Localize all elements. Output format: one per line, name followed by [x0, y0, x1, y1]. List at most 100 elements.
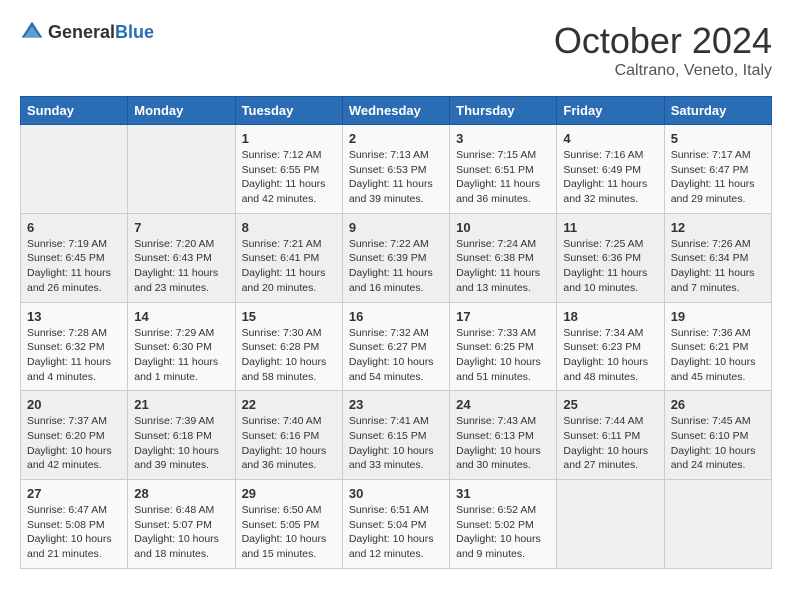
day-of-week-header: Monday	[128, 97, 235, 125]
day-number: 11	[563, 220, 657, 235]
cell-content: Sunrise: 7:41 AM Sunset: 6:15 PM Dayligh…	[349, 414, 443, 473]
cell-content: Sunrise: 7:16 AM Sunset: 6:49 PM Dayligh…	[563, 148, 657, 207]
calendar-cell: 6 Sunrise: 7:19 AM Sunset: 6:45 PM Daylig…	[21, 213, 128, 302]
location-title: Caltrano, Veneto, Italy	[554, 62, 772, 80]
day-of-week-header: Sunday	[21, 97, 128, 125]
cell-content: Sunrise: 7:39 AM Sunset: 6:18 PM Dayligh…	[134, 414, 228, 473]
calendar-cell: 23 Sunrise: 7:41 AM Sunset: 6:15 PM Dayli…	[342, 391, 449, 480]
cell-content: Sunrise: 6:52 AM Sunset: 5:02 PM Dayligh…	[456, 503, 550, 562]
calendar-cell: 25Sunrise: 7:44 AM Sunset: 6:11 PM Dayli…	[557, 391, 664, 480]
day-number: 9	[349, 220, 443, 235]
calendar-cell: 24 Sunrise: 7:43 AM Sunset: 6:13 PM Dayli…	[450, 391, 557, 480]
calendar-cell: 14 Sunrise: 7:29 AM Sunset: 6:30 PM Dayli…	[128, 302, 235, 391]
day-number: 18	[563, 309, 657, 324]
cell-content: Sunrise: 7:28 AM Sunset: 6:32 PM Dayligh…	[27, 326, 121, 385]
calendar-cell: 12Sunrise: 7:26 AM Sunset: 6:34 PM Dayli…	[664, 213, 771, 302]
day-number: 7	[134, 220, 228, 235]
day-number: 17	[456, 309, 550, 324]
calendar-cell: 18 Sunrise: 7:34 AM Sunset: 6:23 PM Dayli…	[557, 302, 664, 391]
day-of-week-header: Friday	[557, 97, 664, 125]
calendar-cell: 8 Sunrise: 7:21 AM Sunset: 6:41 PM Daylig…	[235, 213, 342, 302]
day-of-week-header: Thursday	[450, 97, 557, 125]
cell-content: Sunrise: 7:24 AM Sunset: 6:38 PM Dayligh…	[456, 237, 550, 296]
logo-blue: Blue	[115, 22, 154, 42]
calendar-cell: 3 Sunrise: 7:15 AM Sunset: 6:51 PM Daylig…	[450, 125, 557, 214]
cell-content: Sunrise: 6:47 AM Sunset: 5:08 PM Dayligh…	[27, 503, 121, 562]
calendar-table: SundayMondayTuesdayWednesdayThursdayFrid…	[20, 96, 772, 569]
calendar-cell	[128, 125, 235, 214]
day-number: 14	[134, 309, 228, 324]
calendar-cell: 27 Sunrise: 6:47 AM Sunset: 5:08 PM Dayli…	[21, 480, 128, 569]
calendar-cell: 17 Sunrise: 7:33 AM Sunset: 6:25 PM Dayli…	[450, 302, 557, 391]
cell-content: Sunrise: 7:29 AM Sunset: 6:30 PM Dayligh…	[134, 326, 228, 385]
day-of-week-header: Saturday	[664, 97, 771, 125]
cell-content: Sunrise: 7:33 AM Sunset: 6:25 PM Dayligh…	[456, 326, 550, 385]
day-number: 1	[242, 131, 336, 146]
calendar-cell: 13 Sunrise: 7:28 AM Sunset: 6:32 PM Dayli…	[21, 302, 128, 391]
calendar-cell	[664, 480, 771, 569]
logo-general: General	[48, 22, 115, 42]
calendar-cell	[557, 480, 664, 569]
day-number: 13	[27, 309, 121, 324]
day-of-week-header: Wednesday	[342, 97, 449, 125]
cell-content: Sunrise: 6:51 AM Sunset: 5:04 PM Dayligh…	[349, 503, 443, 562]
calendar-cell: 31 Sunrise: 6:52 AM Sunset: 5:02 PM Dayli…	[450, 480, 557, 569]
day-number: 4	[563, 131, 657, 146]
cell-content: Sunrise: 7:37 AM Sunset: 6:20 PM Dayligh…	[27, 414, 121, 473]
calendar-cell: 30 Sunrise: 6:51 AM Sunset: 5:04 PM Dayli…	[342, 480, 449, 569]
cell-content: Sunrise: 7:34 AM Sunset: 6:23 PM Dayligh…	[563, 326, 657, 385]
calendar-cell: 2 Sunrise: 7:13 AM Sunset: 6:53 PM Daylig…	[342, 125, 449, 214]
day-number: 6	[27, 220, 121, 235]
cell-content: Sunrise: 7:19 AM Sunset: 6:45 PM Dayligh…	[27, 237, 121, 296]
calendar-cell: 28Sunrise: 6:48 AM Sunset: 5:07 PM Dayli…	[128, 480, 235, 569]
day-number: 15	[242, 309, 336, 324]
day-number: 3	[456, 131, 550, 146]
calendar-cell: 26 Sunrise: 7:45 AM Sunset: 6:10 PM Dayli…	[664, 391, 771, 480]
calendar-week-row: 13 Sunrise: 7:28 AM Sunset: 6:32 PM Dayli…	[21, 302, 772, 391]
cell-content: Sunrise: 7:26 AM Sunset: 6:34 PM Dayligh…	[671, 237, 765, 296]
month-title: October 2024	[554, 20, 772, 62]
day-number: 22	[242, 397, 336, 412]
day-number: 30	[349, 486, 443, 501]
cell-content: Sunrise: 7:44 AM Sunset: 6:11 PM Dayligh…	[563, 414, 657, 473]
cell-content: Sunrise: 6:50 AM Sunset: 5:05 PM Dayligh…	[242, 503, 336, 562]
logo: GeneralBlue	[20, 20, 154, 44]
calendar-cell: 19 Sunrise: 7:36 AM Sunset: 6:21 PM Dayli…	[664, 302, 771, 391]
cell-content: Sunrise: 6:48 AM Sunset: 5:07 PM Dayligh…	[134, 503, 228, 562]
days-header-row: SundayMondayTuesdayWednesdayThursdayFrid…	[21, 97, 772, 125]
calendar-week-row: 27 Sunrise: 6:47 AM Sunset: 5:08 PM Dayli…	[21, 480, 772, 569]
cell-content: Sunrise: 7:25 AM Sunset: 6:36 PM Dayligh…	[563, 237, 657, 296]
cell-content: Sunrise: 7:13 AM Sunset: 6:53 PM Dayligh…	[349, 148, 443, 207]
day-number: 27	[27, 486, 121, 501]
calendar-cell	[21, 125, 128, 214]
calendar-week-row: 6 Sunrise: 7:19 AM Sunset: 6:45 PM Daylig…	[21, 213, 772, 302]
day-number: 23	[349, 397, 443, 412]
cell-content: Sunrise: 7:21 AM Sunset: 6:41 PM Dayligh…	[242, 237, 336, 296]
calendar-cell: 7Sunrise: 7:20 AM Sunset: 6:43 PM Daylig…	[128, 213, 235, 302]
day-number: 10	[456, 220, 550, 235]
logo-text: GeneralBlue	[48, 22, 154, 43]
day-number: 8	[242, 220, 336, 235]
calendar-cell: 5Sunrise: 7:17 AM Sunset: 6:47 PM Daylig…	[664, 125, 771, 214]
cell-content: Sunrise: 7:12 AM Sunset: 6:55 PM Dayligh…	[242, 148, 336, 207]
cell-content: Sunrise: 7:36 AM Sunset: 6:21 PM Dayligh…	[671, 326, 765, 385]
day-number: 19	[671, 309, 765, 324]
cell-content: Sunrise: 7:22 AM Sunset: 6:39 PM Dayligh…	[349, 237, 443, 296]
cell-content: Sunrise: 7:30 AM Sunset: 6:28 PM Dayligh…	[242, 326, 336, 385]
day-number: 24	[456, 397, 550, 412]
cell-content: Sunrise: 7:15 AM Sunset: 6:51 PM Dayligh…	[456, 148, 550, 207]
cell-content: Sunrise: 7:45 AM Sunset: 6:10 PM Dayligh…	[671, 414, 765, 473]
day-number: 2	[349, 131, 443, 146]
calendar-cell: 20Sunrise: 7:37 AM Sunset: 6:20 PM Dayli…	[21, 391, 128, 480]
day-number: 5	[671, 131, 765, 146]
calendar-cell: 11 Sunrise: 7:25 AM Sunset: 6:36 PM Dayli…	[557, 213, 664, 302]
cell-content: Sunrise: 7:32 AM Sunset: 6:27 PM Dayligh…	[349, 326, 443, 385]
cell-content: Sunrise: 7:40 AM Sunset: 6:16 PM Dayligh…	[242, 414, 336, 473]
day-number: 26	[671, 397, 765, 412]
day-number: 31	[456, 486, 550, 501]
day-number: 21	[134, 397, 228, 412]
day-number: 29	[242, 486, 336, 501]
cell-content: Sunrise: 7:43 AM Sunset: 6:13 PM Dayligh…	[456, 414, 550, 473]
logo-icon	[20, 20, 44, 44]
day-of-week-header: Tuesday	[235, 97, 342, 125]
